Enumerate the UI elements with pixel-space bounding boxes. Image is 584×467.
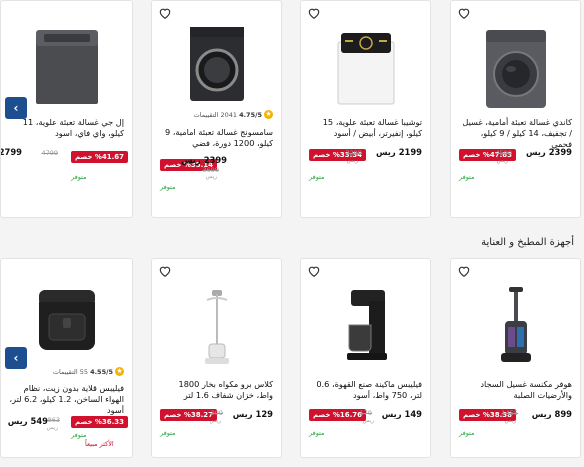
heart-icon[interactable]	[307, 6, 321, 20]
product-price: 2799	[0, 147, 22, 157]
discount-badge: %36.33 خصم	[71, 416, 129, 428]
old-price-currency: ريس	[504, 418, 516, 424]
old-price: 209	[210, 409, 223, 417]
product-price: 2399 ريس	[180, 155, 227, 165]
washer-icon	[189, 27, 244, 101]
product-image[interactable]	[451, 25, 580, 113]
appliances-carousel: كاندي غسالة تعبئة أمامية، غسيل / تجفيف، …	[0, 0, 584, 222]
old-price: 4799	[41, 149, 58, 157]
availability: متوفر	[309, 173, 325, 181]
old-price: 179	[359, 409, 372, 417]
old-price-currency: ريس	[362, 418, 374, 424]
old-price-currency: ريس	[46, 425, 58, 431]
heart-icon[interactable]	[158, 6, 172, 20]
availability: متوفر	[160, 429, 176, 437]
heart-icon[interactable]	[457, 264, 471, 278]
availability: متوفر	[160, 183, 176, 191]
old-price-currency: ريس	[209, 418, 221, 424]
washer-icon	[35, 30, 98, 104]
product-title[interactable]: توشيبا غسالة تعبئة علوية، 15 كيلو، إنفير…	[309, 117, 422, 139]
product-price: 2399 ريس	[525, 147, 572, 157]
star-icon: ★	[115, 367, 124, 376]
product-image[interactable]	[152, 23, 281, 105]
availability: متوفر	[71, 173, 87, 181]
section-title: أجهزة المطبخ و العناية	[481, 237, 574, 248]
old-price-currency: ريس	[496, 158, 508, 164]
rating: ★ 4.55/5 55 التقييمات	[53, 367, 124, 376]
old-price: 1455	[501, 409, 518, 417]
review-count: 2041 التقييمات	[193, 110, 238, 119]
rating: ★ 4.75/5 2041 التقييمات	[194, 110, 273, 119]
product-price: 2199 ريس	[375, 147, 422, 157]
old-price: 3699	[202, 166, 219, 174]
old-price-currency: ريس	[205, 174, 217, 180]
heart-icon[interactable]	[158, 264, 172, 278]
old-price-currency: ريس	[346, 158, 358, 164]
product-title[interactable]: فيليبس ماكينة صنع القهوة، 0.6 لتر، 750 و…	[309, 379, 422, 401]
availability: متوفر	[309, 429, 325, 437]
discount-badge: %38.27 خصم	[160, 409, 218, 421]
product-price: 899 ريس	[531, 409, 572, 419]
product-price: 549 ريس	[7, 416, 48, 426]
coffee-maker-icon	[346, 290, 387, 360]
old-price: 863	[47, 416, 60, 424]
rating-value: 4.55/5	[90, 367, 113, 376]
carousel-prev-button[interactable]: ‹	[5, 97, 27, 119]
vacuum-icon	[500, 287, 531, 362]
product-image[interactable]	[301, 287, 430, 363]
availability: متوفر	[459, 429, 475, 437]
product-card[interactable]: ★ 4.75/5 2041 التقييمات سامسونج غسالة تع…	[151, 0, 282, 218]
product-title[interactable]: كلاس برو مكواه بخار 1800 واط، خزان شفاف …	[160, 379, 274, 401]
heart-icon[interactable]	[307, 264, 321, 278]
product-title[interactable]: سامسونج غسالة تعبئة امامية، 9 كيلو، 1200…	[160, 127, 273, 149]
product-card[interactable]: فيليبس ماكينة صنع القهوة، 0.6 لتر، 750 و…	[300, 258, 431, 458]
star-icon: ★	[264, 110, 273, 119]
air-fryer-icon	[38, 290, 95, 350]
product-title[interactable]: كاندي غسالة تعبئة أمامية، غسيل / تجفيف، …	[459, 117, 572, 150]
product-card[interactable]: كلاس برو مكواه بخار 1800 واط، خزان شفاف …	[151, 258, 282, 458]
product-card[interactable]: توشيبا غسالة تعبئة علوية، 15 كيلو، إنفير…	[300, 0, 431, 218]
product-price: 129 ريس	[232, 409, 273, 419]
product-image[interactable]	[152, 287, 281, 367]
rating-value: 4.75/5	[239, 110, 262, 119]
product-image[interactable]	[301, 27, 430, 111]
best-seller-label: الأكثر مبيعاً	[85, 440, 114, 448]
availability: متوفر	[459, 173, 475, 181]
steamer-icon	[204, 290, 229, 364]
review-count: 55 التقييمات	[52, 367, 89, 376]
washer-icon	[485, 30, 546, 108]
availability: متوفر	[71, 431, 87, 439]
product-title[interactable]: فيليبس قلاية بدون زيت، نظام الهواء الساخ…	[9, 383, 124, 416]
product-price: 149 ريس	[381, 409, 422, 419]
product-image[interactable]	[451, 283, 580, 367]
product-title[interactable]: هوفر مكنسة غسيل السجاد والأرضيات الصلبة	[459, 379, 572, 401]
washer-icon	[337, 33, 394, 105]
kitchen-care-carousel: هوفر مكنسة غسيل السجاد والأرضيات الصلبة …	[0, 258, 584, 467]
discount-badge: %16.76 خصم	[309, 409, 367, 421]
old-price: 4500	[495, 149, 512, 157]
product-card[interactable]: كاندي غسالة تعبئة أمامية، غسيل / تجفيف، …	[450, 0, 581, 218]
old-price: 3299	[345, 149, 362, 157]
heart-icon[interactable]	[457, 6, 471, 20]
product-title[interactable]: إل جي غسالة تعبئة علوية، 11 كيلو، واي فا…	[9, 117, 124, 139]
discount-badge: %41.67 خصم	[71, 151, 129, 163]
product-card[interactable]: هوفر مكنسة غسيل السجاد والأرضيات الصلبة …	[450, 258, 581, 458]
carousel-prev-button[interactable]: ‹	[5, 347, 27, 369]
